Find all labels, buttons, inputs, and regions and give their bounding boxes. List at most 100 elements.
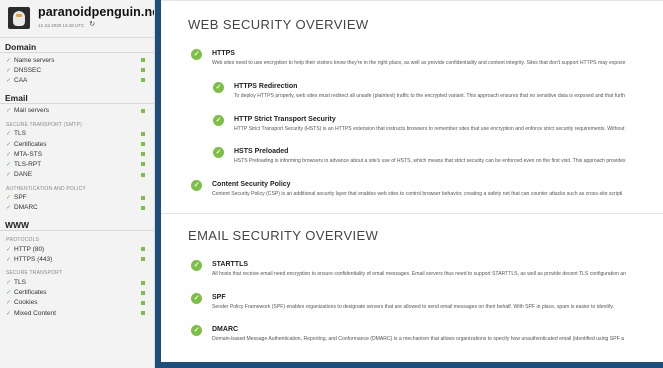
check-csp[interactable]: ✓ Content Security Policy Content Securit… <box>191 180 622 198</box>
check-icon: ✓ <box>6 280 12 287</box>
check-title: DMARC <box>212 326 239 333</box>
nav-item-label: Certificates <box>14 140 47 148</box>
nav-item-label: HTTPS (443) <box>14 255 53 263</box>
group-label-protocols: PROTOCOLS <box>6 237 40 244</box>
check-circle-icon: ✓ <box>213 82 224 93</box>
status-indicator <box>141 311 145 316</box>
status-indicator <box>141 205 145 210</box>
check-icon: ✓ <box>6 141 12 148</box>
report-panel: WEB SECURITY OVERVIEW ✓ HTTPS Web sites n… <box>161 0 663 362</box>
nav-item-label: Certificates <box>14 289 47 297</box>
check-description: HTTP Strict Transport Security (HSTS) is… <box>234 126 625 132</box>
check-circle-icon: ✓ <box>213 115 224 126</box>
check-hsts[interactable]: ✓ HTTP Strict Transport Security HTTP Str… <box>213 115 625 133</box>
nav-item-label: CAA <box>14 76 28 84</box>
check-title: HTTPS <box>212 50 235 57</box>
check-description: HSTS Preloading is informing browsers in… <box>234 158 626 164</box>
check-circle-icon: ✓ <box>191 293 202 304</box>
check-description: Domain-based Message Authentication, Rep… <box>212 336 624 342</box>
status-indicator <box>141 131 145 136</box>
status-indicator <box>141 142 145 147</box>
nav-item-smtp-tls[interactable]: ✓ TLS <box>0 129 154 139</box>
check-spf[interactable]: ✓ SPF Sender Policy Framework (SPF) enabl… <box>191 293 614 311</box>
nav-item-cookies[interactable]: ✓ Cookies <box>0 298 154 308</box>
group-label-auth-policy: AUTHENTICATION AND POLICY <box>6 185 86 192</box>
refresh-icon[interactable]: ↻ <box>89 21 95 28</box>
window-frame-bottom <box>155 362 663 368</box>
nav-item-label: Name servers <box>14 56 55 64</box>
nav-item-label: TLS <box>14 130 26 138</box>
scan-date: 12 Jul 2020 13:48 UTC <box>38 22 85 28</box>
nav-item-label: TLS <box>14 279 26 287</box>
check-hsts-preloaded[interactable]: ✓ HSTS Preloaded HSTS Preloading is infor… <box>213 147 626 165</box>
nav-item-mta-sts[interactable]: ✓ MTA-STS <box>0 149 154 159</box>
nav-item-smtp-certificates[interactable]: ✓ Certificates <box>0 139 154 149</box>
check-icon: ✓ <box>6 161 12 168</box>
check-description: All hosts that receive email need encryp… <box>212 271 626 277</box>
status-indicator <box>141 162 145 167</box>
nav-item-web-tls[interactable]: ✓ TLS <box>0 277 154 287</box>
nav-item-label: Mixed Content <box>14 309 56 317</box>
status-indicator <box>141 78 145 83</box>
nav-item-dmarc[interactable]: ✓ DMARC <box>0 203 154 213</box>
check-dmarc[interactable]: ✓ DMARC Domain-based Message Authenticati… <box>191 325 624 343</box>
status-indicator <box>141 247 145 252</box>
section-www: WWW <box>0 220 154 232</box>
check-icon: ✓ <box>6 310 12 317</box>
nav-item-label: TLS-RPT <box>14 160 42 168</box>
status-indicator <box>141 280 145 285</box>
status-indicator <box>141 152 145 157</box>
check-icon: ✓ <box>6 246 12 253</box>
site-name[interactable]: paranoidpenguin.net <box>38 4 154 20</box>
nav-item-label: Cookies <box>14 299 38 307</box>
nav-item-mixed-content[interactable]: ✓ Mixed Content <box>0 308 154 318</box>
nav-item-label: MTA-STS <box>14 150 43 158</box>
check-starttls[interactable]: ✓ STARTTLS All hosts that receive email n… <box>191 260 626 278</box>
check-circle-icon: ✓ <box>191 260 202 271</box>
check-title: Content Security Policy <box>212 181 291 188</box>
check-icon: ✓ <box>6 172 12 179</box>
check-title: STARTTLS <box>212 261 249 268</box>
nav-item-https-443[interactable]: ✓ HTTPS (443) <box>0 254 154 264</box>
check-icon: ✓ <box>6 256 12 263</box>
check-title: HSTS Preloaded <box>234 148 289 155</box>
check-title: HTTP Strict Transport Security <box>234 116 336 123</box>
check-icon: ✓ <box>6 151 12 158</box>
check-title: HTTPS Redirection <box>234 83 298 90</box>
nav-item-tls-rpt[interactable]: ✓ TLS-RPT <box>0 159 154 169</box>
check-icon: ✓ <box>6 77 12 84</box>
nav-item-web-certificates[interactable]: ✓ Certificates <box>0 288 154 298</box>
check-icon: ✓ <box>6 300 12 307</box>
web-overview-title: WEB SECURITY OVERVIEW <box>188 17 369 32</box>
check-icon: ✓ <box>6 195 12 202</box>
nav-item-dnssec[interactable]: ✓ DNSSEC <box>0 65 154 75</box>
group-label-web-transport: SECURE TRANSPORT <box>6 270 63 277</box>
check-https[interactable]: ✓ HTTPS Web sites need to use encryption … <box>191 49 625 67</box>
nav-item-caa[interactable]: ✓ CAA <box>0 75 154 85</box>
check-description: Sender Policy Framework (SPF) enables or… <box>212 304 614 310</box>
check-description: Content Security Policy (CSP) is an addi… <box>212 191 623 197</box>
check-description: Web sites need to use encryption to help… <box>212 60 626 66</box>
site-header: paranoidpenguin.net 12 Jul 2020 13:48 UT… <box>0 0 154 38</box>
status-indicator <box>141 68 145 73</box>
nav-item-label: DNSSEC <box>14 66 42 74</box>
check-circle-icon: ✓ <box>191 49 202 60</box>
nav-item-label: DANE <box>14 171 33 179</box>
nav-item-label: Mail servers <box>14 107 50 115</box>
check-https-redirection[interactable]: ✓ HTTPS Redirection To deploy HTTPS prope… <box>213 82 625 100</box>
nav-item-http-80[interactable]: ✓ HTTP (80) <box>0 244 154 254</box>
penguin-logo <box>8 7 30 29</box>
nav-item-spf[interactable]: ✓ SPF <box>0 193 154 203</box>
nav-item-mail-servers[interactable]: ✓ Mail servers <box>0 106 154 116</box>
check-icon: ✓ <box>6 131 12 138</box>
status-indicator <box>141 172 145 177</box>
status-indicator <box>141 108 145 113</box>
check-icon: ✓ <box>6 67 12 74</box>
section-email: Email <box>0 93 154 104</box>
nav-item-label: DMARC <box>14 204 38 212</box>
nav-item-name-servers[interactable]: ✓ Name servers <box>0 55 154 65</box>
status-indicator <box>141 300 145 305</box>
section-domain: Domain <box>0 42 154 53</box>
nav-item-dane[interactable]: ✓ DANE <box>0 170 154 180</box>
check-title: SPF <box>212 294 226 301</box>
